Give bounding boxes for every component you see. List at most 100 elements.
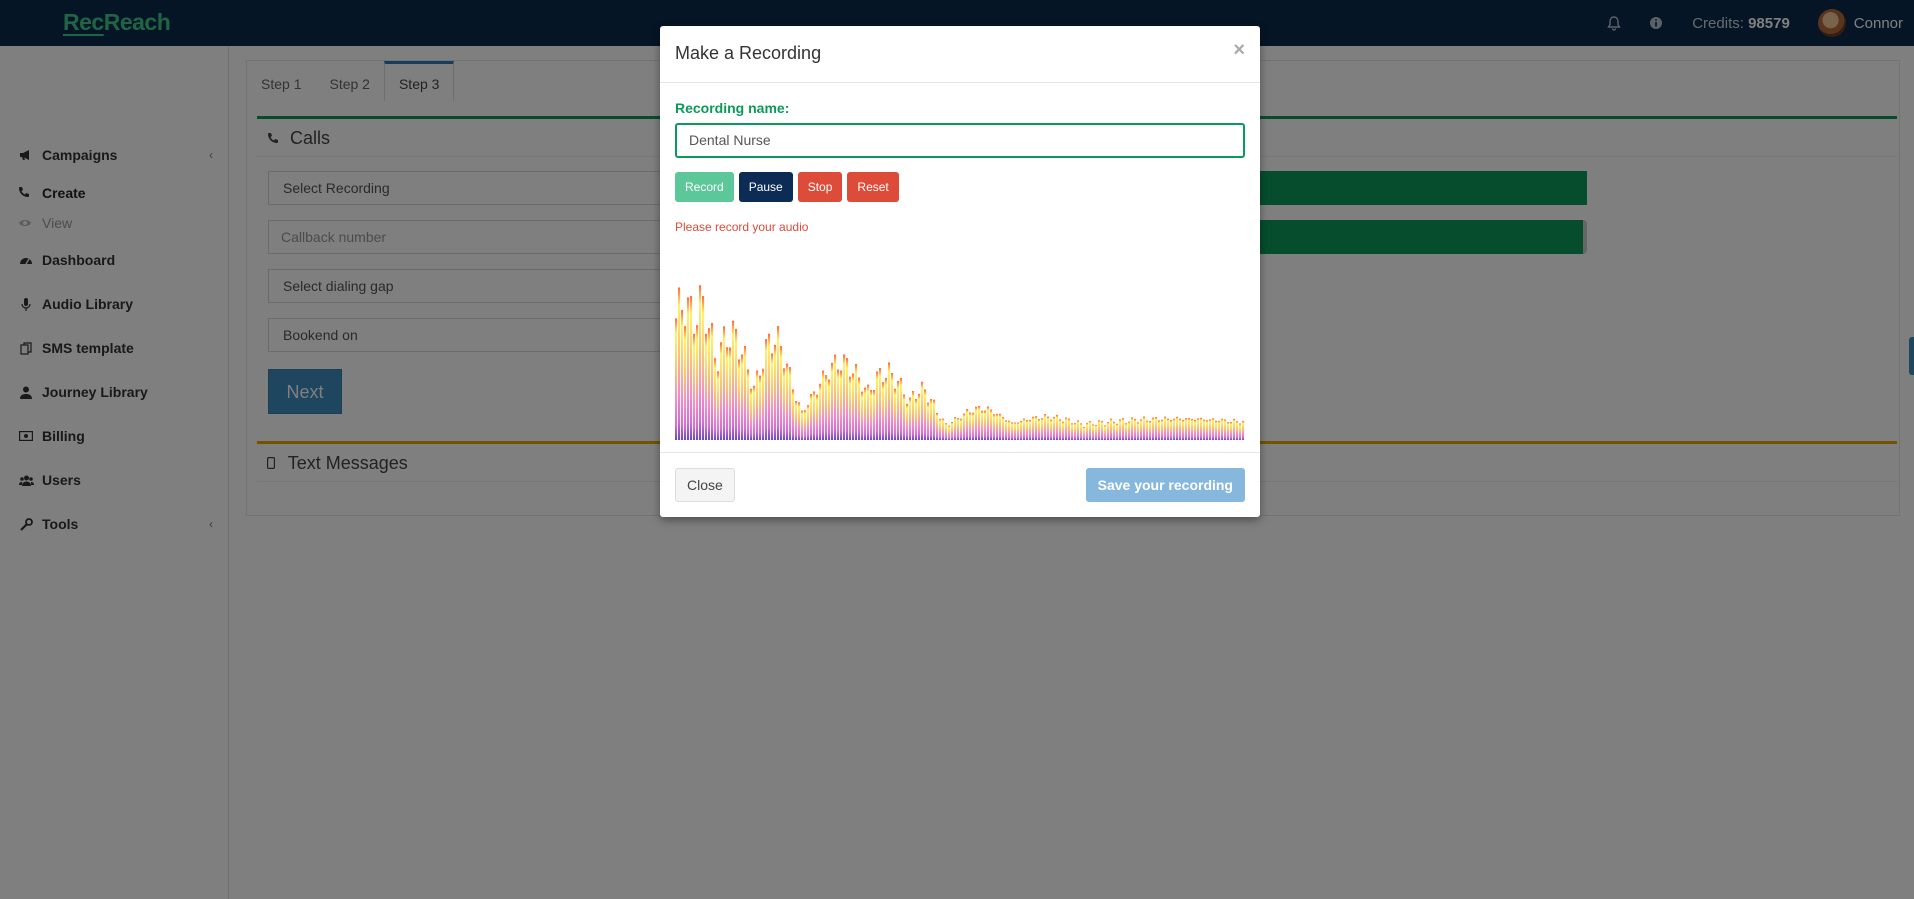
visualizer-bar — [930, 399, 933, 440]
visualizer-bar — [1128, 421, 1131, 440]
visualizer-bar — [798, 402, 801, 440]
visualizer-bar — [1014, 422, 1017, 440]
visualizer-bar — [909, 397, 912, 440]
modal-title: Make a Recording — [675, 43, 822, 63]
visualizer-bar — [1224, 419, 1227, 440]
visualizer-bar — [1113, 421, 1116, 440]
visualizer-bar — [1158, 420, 1161, 440]
visualizer-bar — [1221, 418, 1224, 440]
visualizer-bar — [966, 409, 969, 440]
visualizer-bar — [933, 399, 936, 440]
visualizer-bar — [1152, 417, 1155, 440]
visualizer-bar — [1038, 419, 1041, 440]
recording-name-label: Recording name: — [675, 100, 790, 116]
visualizer-bar — [1161, 419, 1164, 440]
visualizer-bar — [831, 362, 834, 440]
visualizer-bar — [996, 413, 999, 440]
visualizer-bar — [1227, 422, 1230, 440]
visualizer-bar — [1206, 420, 1209, 440]
visualizer-bar — [1131, 417, 1134, 440]
visualizer-bar — [1026, 420, 1029, 440]
visualizer-bar — [789, 367, 792, 440]
visualizer-bar — [744, 346, 747, 440]
modal-footer: Close Save your recording — [660, 452, 1260, 517]
visualizer-bar — [855, 363, 858, 440]
visualizer-bar — [1086, 422, 1089, 440]
visualizer-bar — [822, 370, 825, 440]
visualizer-bar — [792, 389, 795, 440]
visualizer-bar — [1218, 420, 1221, 440]
visualizer-bar — [1191, 418, 1194, 440]
visualizer-bar — [1230, 422, 1233, 440]
record-button[interactable]: Record — [675, 172, 734, 202]
visualizer-bar — [762, 368, 765, 440]
visualizer-bar — [1002, 417, 1005, 440]
visualizer-bar — [1065, 417, 1068, 440]
visualizer-bar — [858, 377, 861, 440]
visualizer-bar — [1092, 424, 1095, 440]
visualizer-bar — [1017, 422, 1020, 440]
visualizer-bar — [1173, 418, 1176, 440]
visualizer-bar — [1083, 426, 1086, 440]
pause-button[interactable]: Pause — [738, 172, 793, 202]
visualizer-bar — [1050, 419, 1053, 440]
visualizer-bar — [924, 389, 927, 440]
visualizer-bar — [819, 383, 822, 440]
close-icon[interactable]: × — [1233, 40, 1245, 60]
recording-name-input[interactable]: Dental Nurse — [675, 123, 1245, 158]
visualizer-bar — [1059, 419, 1062, 440]
visualizer-bar — [675, 318, 678, 440]
visualizer-bar — [939, 418, 942, 440]
visualizer-bar — [1134, 418, 1137, 440]
visualizer-bar — [1077, 420, 1080, 440]
stop-button[interactable]: Stop — [797, 172, 843, 202]
visualizer-bar — [1104, 425, 1107, 440]
visualizer-bar — [729, 347, 732, 440]
visualizer-bar — [1179, 418, 1182, 440]
visualizer-bar — [891, 373, 894, 440]
visualizer-bar — [1215, 420, 1218, 440]
recording-controls: Record Pause Stop Reset — [675, 172, 904, 202]
visualizer-bar — [1203, 419, 1206, 440]
visualizer-bar — [837, 369, 840, 440]
save-recording-button[interactable]: Save your recording — [1085, 468, 1245, 502]
visualizer-bar — [771, 353, 774, 440]
visualizer-bar — [1071, 423, 1074, 440]
visualizer-bar — [1098, 420, 1101, 440]
visualizer-bar — [702, 296, 705, 440]
visualizer-bar — [867, 384, 870, 440]
visualizer-bar — [972, 412, 975, 440]
visualizer-bar — [987, 406, 990, 440]
visualizer-bar — [1056, 414, 1059, 440]
visualizer-bar — [759, 375, 762, 440]
visualizer-bar — [1212, 418, 1215, 440]
visualizer-bar — [1101, 420, 1104, 440]
visualizer-bar — [750, 388, 753, 440]
visualizer-bar — [807, 405, 810, 440]
visualizer-bar — [927, 402, 930, 440]
visualizer-bar — [852, 373, 855, 440]
close-button[interactable]: Close — [675, 468, 735, 502]
visualizer-bar — [1011, 422, 1014, 440]
visualizer-bar — [1068, 418, 1071, 440]
visualizer-bar — [717, 371, 720, 440]
visualizer-bar — [1074, 423, 1077, 440]
visualizer-bar — [921, 381, 924, 440]
visualizer-bar — [936, 412, 939, 440]
visualizer-bar — [1116, 423, 1119, 440]
visualizer-bar — [765, 339, 768, 440]
visualizer-bar — [1143, 416, 1146, 440]
reset-button[interactable]: Reset — [847, 172, 899, 202]
visualizer-bar — [1155, 416, 1158, 440]
visualizer-bar — [879, 368, 882, 440]
visualizer-bar — [738, 359, 741, 440]
visualizer-bar — [756, 370, 759, 440]
visualizer-bar — [804, 410, 807, 440]
visualizer-bar — [1125, 423, 1128, 440]
visualizer-bar — [993, 414, 996, 440]
visualizer-bar — [1110, 418, 1113, 440]
visualizer-bar — [774, 344, 777, 440]
visualizer-bar — [942, 418, 945, 440]
visualizer-bar — [753, 385, 756, 440]
visualizer-bar — [1182, 419, 1185, 440]
